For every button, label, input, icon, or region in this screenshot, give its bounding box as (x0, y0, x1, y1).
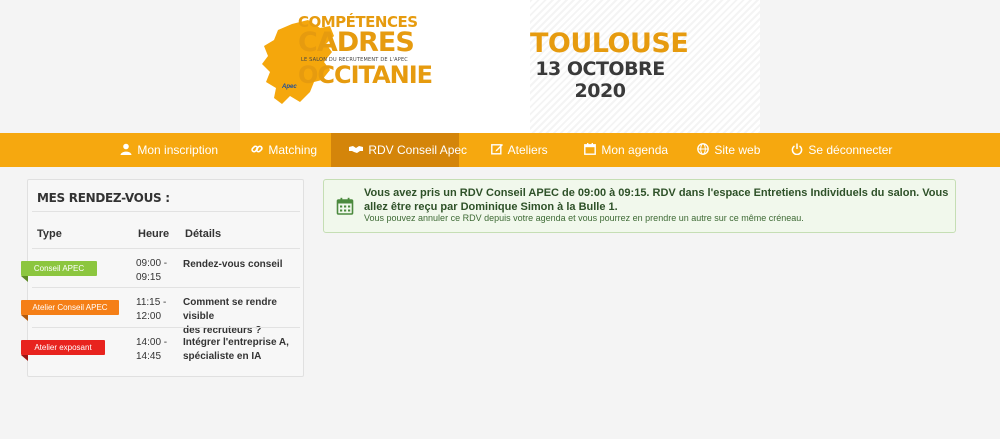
main-nav: Mon inscription Matching RDV Conseil Ape… (0, 133, 1000, 167)
nav-item-se-deconnecter[interactable]: Se déconnecter (791, 133, 892, 167)
calendar-icon (584, 143, 596, 155)
time-cell: 09:00 - 09:15 (136, 257, 167, 285)
nav-item-mon-agenda[interactable]: Mon agenda (584, 133, 668, 167)
globe-icon (697, 143, 709, 155)
type-badge: Conseil APEC (21, 261, 97, 276)
badge-fold (21, 315, 28, 321)
alert-subtext: Vous pouvez annuler ce RDV depuis votre … (364, 213, 804, 223)
time-start: 11:15 - (136, 297, 167, 308)
divider (32, 211, 300, 212)
details-cell: Comment se rendre visible des recruteurs… (183, 296, 303, 338)
rdv-card: MES RENDEZ-VOUS : Type Heure Détails Con… (21, 179, 304, 377)
col-header-type: Type (37, 228, 62, 240)
divider (32, 287, 300, 288)
event-date: 13 OCTOBRE 2020 (535, 58, 665, 102)
logo-line3: OCCITANIE (298, 61, 433, 89)
event-city: TOULOUSE (530, 28, 689, 59)
details-line2: spécialiste en IA (183, 351, 262, 362)
time-cell: 11:15 - 12:00 (136, 296, 166, 324)
apec-logo: Apec (282, 84, 297, 90)
nav-item-rdv-conseil-apec[interactable]: RDV Conseil Apec (331, 133, 467, 167)
time-end: 12:00 (136, 311, 162, 322)
time-end: 14:45 (136, 351, 162, 362)
logo: COMPÉTENCES CADRES LE SALON DU RECRUTEME… (298, 14, 433, 89)
time-start: 09:00 - (136, 258, 168, 269)
edit-icon (491, 144, 503, 155)
nav-label: Mon agenda (601, 143, 669, 157)
alert-message: Vous avez pris un RDV Conseil APEC de 09… (364, 187, 949, 213)
type-badge: Atelier Conseil APEC (21, 300, 119, 315)
details-line1: Comment se rendre visible (183, 297, 277, 322)
link-icon (251, 145, 263, 153)
calendar-icon (336, 197, 354, 215)
type-badge: Atelier exposant (21, 340, 105, 355)
logo-line2: CADRES (298, 27, 415, 58)
col-header-heure: Heure (138, 228, 170, 240)
nav-item-matching[interactable]: Matching (251, 133, 317, 167)
nav-item-ateliers[interactable]: Ateliers (491, 133, 548, 167)
details-cell: Rendez-vous conseil (183, 258, 282, 272)
user-icon (120, 143, 132, 155)
nav-label: Site web (714, 143, 761, 157)
header-banner: COMPÉTENCES CADRES LE SALON DU RECRUTEME… (240, 0, 760, 133)
details-line1: Intégrer l'entreprise A, (183, 337, 289, 348)
nav-label: Se déconnecter (808, 143, 893, 157)
details-line1: Rendez-vous conseil (183, 259, 283, 270)
badge-fold (21, 276, 28, 282)
col-header-details: Détails (185, 228, 222, 240)
time-start: 14:00 - (136, 337, 168, 348)
divider (32, 327, 300, 328)
handshake-icon (349, 146, 363, 153)
nav-label: Mon inscription (137, 143, 219, 157)
badge-fold (21, 355, 28, 361)
nav-label: Ateliers (507, 143, 548, 157)
confirmation-alert: Vous avez pris un RDV Conseil APEC de 09… (323, 179, 956, 233)
nav-item-mon-inscription[interactable]: Mon inscription (120, 133, 218, 167)
time-cell: 14:00 - 14:45 (136, 336, 167, 364)
details-cell: Intégrer l'entreprise A, spécialiste en … (183, 336, 289, 364)
power-icon (791, 143, 803, 155)
time-end: 09:15 (136, 272, 162, 283)
nav-label: Matching (268, 143, 318, 157)
divider (32, 248, 300, 249)
rdv-title: MES RENDEZ-VOUS : (37, 191, 170, 205)
nav-item-site-web[interactable]: Site web (697, 133, 760, 167)
nav-label: RDV Conseil Apec (368, 143, 468, 157)
